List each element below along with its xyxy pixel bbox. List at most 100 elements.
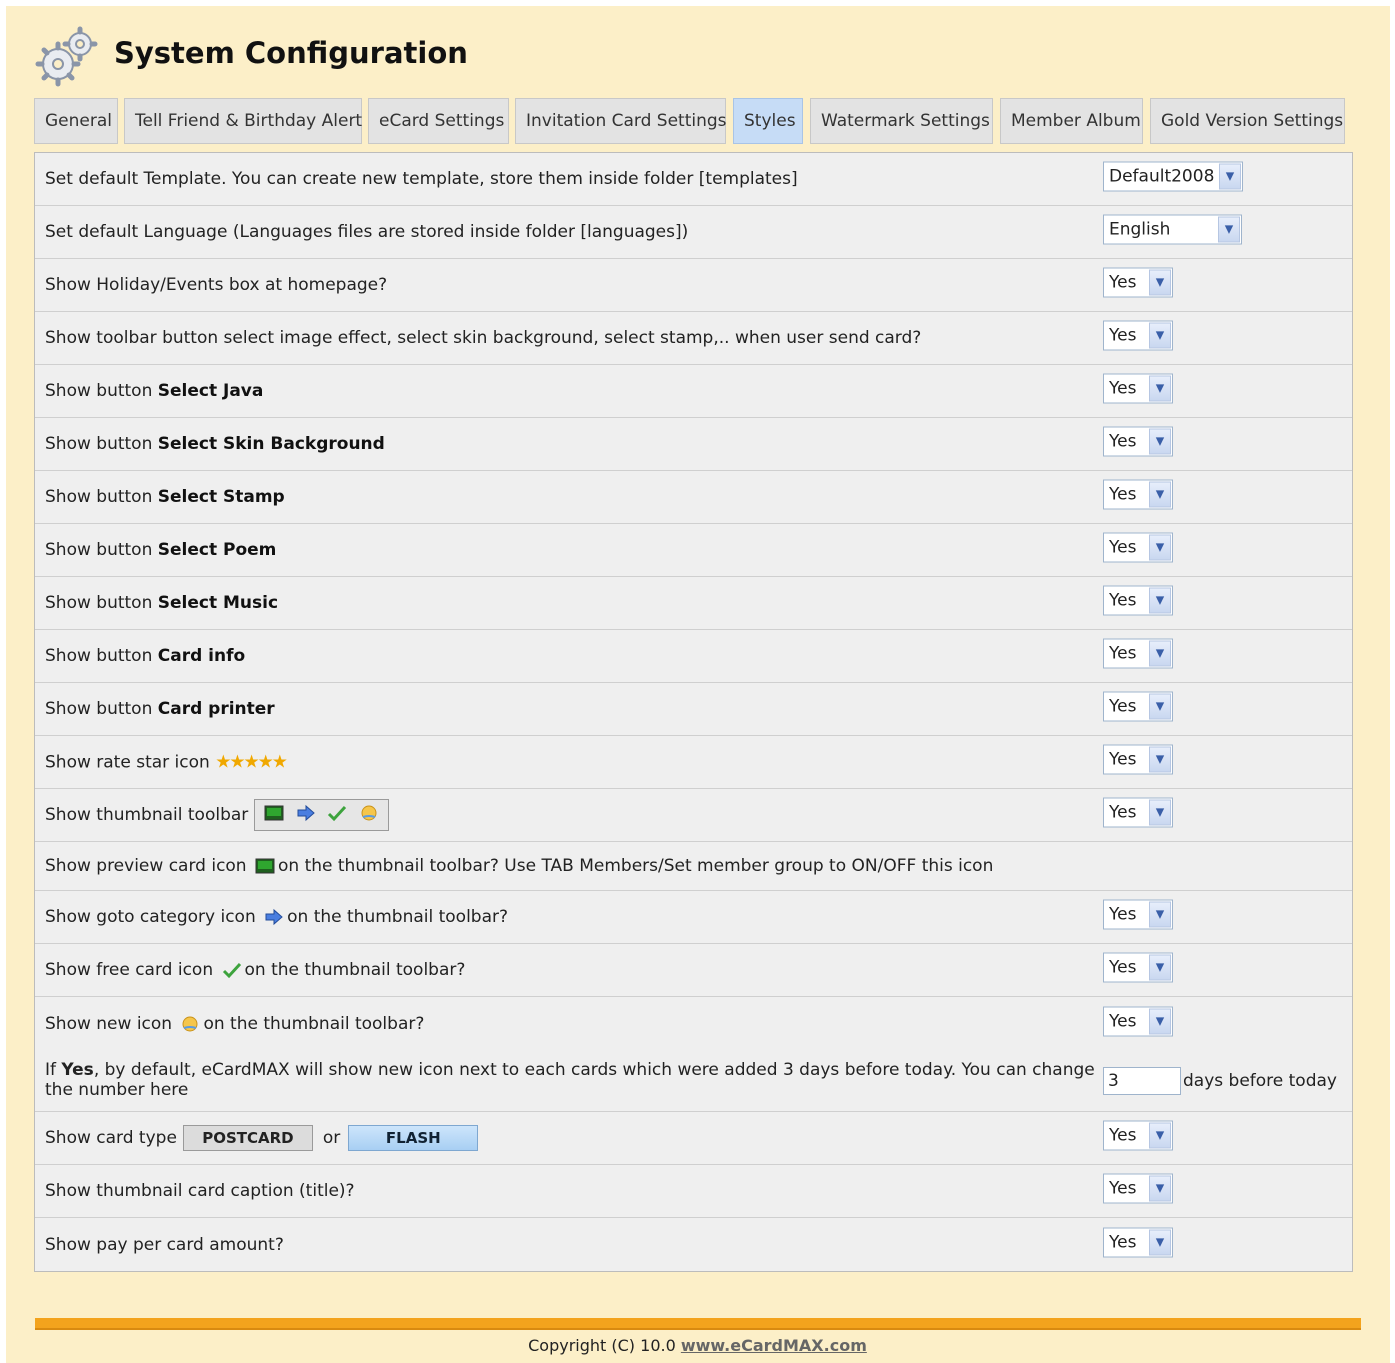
tab-ecard-settings[interactable]: eCard Settings [368, 98, 509, 144]
setting-label: Show preview card icon on the thumbnail … [45, 856, 994, 876]
card-printer-select[interactable]: Yes ▼ [1103, 691, 1173, 722]
chevron-down-icon[interactable]: ▼ [1149, 375, 1171, 402]
toolbar-buttons-select[interactable]: Yes ▼ [1103, 320, 1173, 351]
chevron-down-icon[interactable]: ▼ [1149, 799, 1171, 826]
preview-card-icon [255, 858, 275, 874]
tab-member-album[interactable]: Member Album [1000, 98, 1143, 144]
chevron-down-icon[interactable]: ▼ [1149, 534, 1171, 561]
setting-label: Show rate star icon ★★★★★ [45, 751, 288, 773]
chevron-down-icon[interactable]: ▼ [1149, 746, 1171, 773]
chevron-down-icon[interactable]: ▼ [1149, 322, 1171, 349]
tab-invitation-card-settings[interactable]: Invitation Card Settings [515, 98, 727, 144]
tab-gold-version-settings[interactable]: Gold Version Settings [1150, 98, 1345, 144]
template-select[interactable]: Default2008 ▼ [1103, 161, 1243, 192]
select-java-select[interactable]: Yes ▼ [1103, 373, 1173, 404]
chevron-down-icon[interactable]: ▼ [1149, 428, 1171, 455]
holiday-box-select[interactable]: Yes ▼ [1103, 267, 1173, 298]
chevron-down-icon[interactable]: ▼ [1149, 1175, 1171, 1202]
chevron-down-icon[interactable]: ▼ [1149, 1229, 1171, 1255]
setting-label: Show button Select Skin Background [45, 434, 385, 454]
tab-styles[interactable]: Styles [733, 98, 803, 144]
setting-label: Set default Language (Languages files ar… [45, 222, 689, 242]
setting-label: Show button Select Java [45, 381, 264, 401]
new-icon [361, 805, 376, 821]
setting-row-select-music: Show button Select Music Yes ▼ [35, 577, 1352, 630]
flash-button[interactable]: FLASH [348, 1125, 479, 1151]
select-value: Yes [1109, 272, 1137, 293]
setting-row-select-skin: Show button Select Skin Background Yes ▼ [35, 418, 1352, 471]
setting-row-preview-icon: Show preview card icon on the thumbnail … [35, 842, 1352, 891]
select-value: Yes [1109, 802, 1137, 823]
setting-label: Show card type POSTCARD or FLASH [45, 1125, 479, 1151]
setting-label: Show button Select Music [45, 593, 279, 613]
setting-label: Show Holiday/Events box at homepage? [45, 275, 388, 295]
language-select[interactable]: English ▼ [1103, 214, 1242, 245]
select-value: Yes [1109, 590, 1137, 611]
ecardmax-link[interactable]: www.eCardMAX.com [681, 1336, 867, 1355]
select-value: Yes [1109, 643, 1137, 664]
setting-row-select-poem: Show button Select Poem Yes ▼ [35, 524, 1352, 577]
setting-row-card-type: Show card type POSTCARD or FLASH Yes ▼ [35, 1112, 1352, 1165]
select-value: Yes [1109, 749, 1137, 770]
chevron-down-icon[interactable]: ▼ [1218, 216, 1240, 243]
preview-card-icon [264, 805, 284, 821]
setting-row-free-card: Show free card icon on the thumbnail too… [35, 944, 1352, 997]
postcard-button[interactable]: POSTCARD [182, 1125, 313, 1151]
setting-row-caption: Show thumbnail card caption (title)? Yes… [35, 1165, 1352, 1218]
footer-bar [35, 1318, 1361, 1330]
setting-row-new-icon: Show new icon on the thumbnail toolbar? … [35, 997, 1352, 1050]
card-info-select[interactable]: Yes ▼ [1103, 638, 1173, 669]
select-value: Yes [1109, 1011, 1137, 1031]
select-skin-select[interactable]: Yes ▼ [1103, 426, 1173, 457]
select-value: Yes [1109, 484, 1137, 505]
settings-panel: Set default Template. You can create new… [34, 152, 1353, 1272]
new-icon-select[interactable]: Yes ▼ [1103, 1006, 1173, 1036]
select-value: Yes [1109, 325, 1137, 346]
chevron-down-icon[interactable]: ▼ [1219, 163, 1241, 190]
select-poem-select[interactable]: Yes ▼ [1103, 532, 1173, 563]
gears-icon [35, 26, 98, 87]
select-value: Yes [1109, 957, 1137, 978]
select-value: Yes [1109, 904, 1137, 925]
tab-watermark-settings[interactable]: Watermark Settings [810, 98, 993, 144]
new-days-suffix: days before today [1183, 1070, 1337, 1091]
setting-row-rate-star: Show rate star icon ★★★★★ Yes ▼ [35, 736, 1352, 789]
caption-select[interactable]: Yes ▼ [1103, 1173, 1173, 1204]
thumbnail-toolbar-select[interactable]: Yes ▼ [1103, 797, 1173, 828]
select-value: Yes [1109, 1232, 1137, 1252]
chevron-down-icon[interactable]: ▼ [1149, 901, 1171, 928]
setting-label: Show thumbnail toolbar [45, 799, 389, 831]
new-days-input[interactable]: 3 [1103, 1066, 1181, 1095]
card-type-select[interactable]: Yes ▼ [1103, 1120, 1173, 1151]
pay-per-card-select[interactable]: Yes ▼ [1103, 1227, 1173, 1257]
select-value: Yes [1109, 1178, 1137, 1199]
chevron-down-icon[interactable]: ▼ [1149, 640, 1171, 667]
select-music-select[interactable]: Yes ▼ [1103, 585, 1173, 616]
select-value: Yes [1109, 537, 1137, 558]
chevron-down-icon[interactable]: ▼ [1149, 587, 1171, 614]
select-value: Yes [1109, 1125, 1137, 1146]
goto-category-icon [265, 908, 283, 926]
chevron-down-icon[interactable]: ▼ [1149, 693, 1171, 720]
chevron-down-icon[interactable]: ▼ [1149, 954, 1171, 981]
tab-general[interactable]: General [34, 98, 118, 144]
goto-category-icon [297, 804, 315, 822]
select-value: Default2008 [1109, 166, 1215, 187]
chevron-down-icon[interactable]: ▼ [1149, 1008, 1171, 1034]
free-card-select[interactable]: Yes ▼ [1103, 952, 1173, 983]
setting-label: Show thumbnail card caption (title)? [45, 1181, 355, 1201]
select-stamp-select[interactable]: Yes ▼ [1103, 479, 1173, 510]
free-card-icon [222, 962, 241, 979]
setting-row-pay-per-card: Show pay per card amount? Yes ▼ [35, 1218, 1352, 1271]
setting-label: Set default Template. You can create new… [45, 169, 798, 189]
rate-star-select[interactable]: Yes ▼ [1103, 744, 1173, 775]
setting-label: Show button Card info [45, 646, 246, 666]
tab-tell-friend-birthday-alert[interactable]: Tell Friend & Birthday Alert [124, 98, 362, 144]
setting-row-holiday-box: Show Holiday/Events box at homepage? Yes… [35, 259, 1352, 312]
goto-category-select[interactable]: Yes ▼ [1103, 899, 1173, 930]
setting-label: Show button Select Stamp [45, 487, 285, 507]
chevron-down-icon[interactable]: ▼ [1149, 269, 1171, 296]
chevron-down-icon[interactable]: ▼ [1149, 1122, 1171, 1149]
setting-row-language: Set default Language (Languages files ar… [35, 206, 1352, 259]
chevron-down-icon[interactable]: ▼ [1149, 481, 1171, 508]
